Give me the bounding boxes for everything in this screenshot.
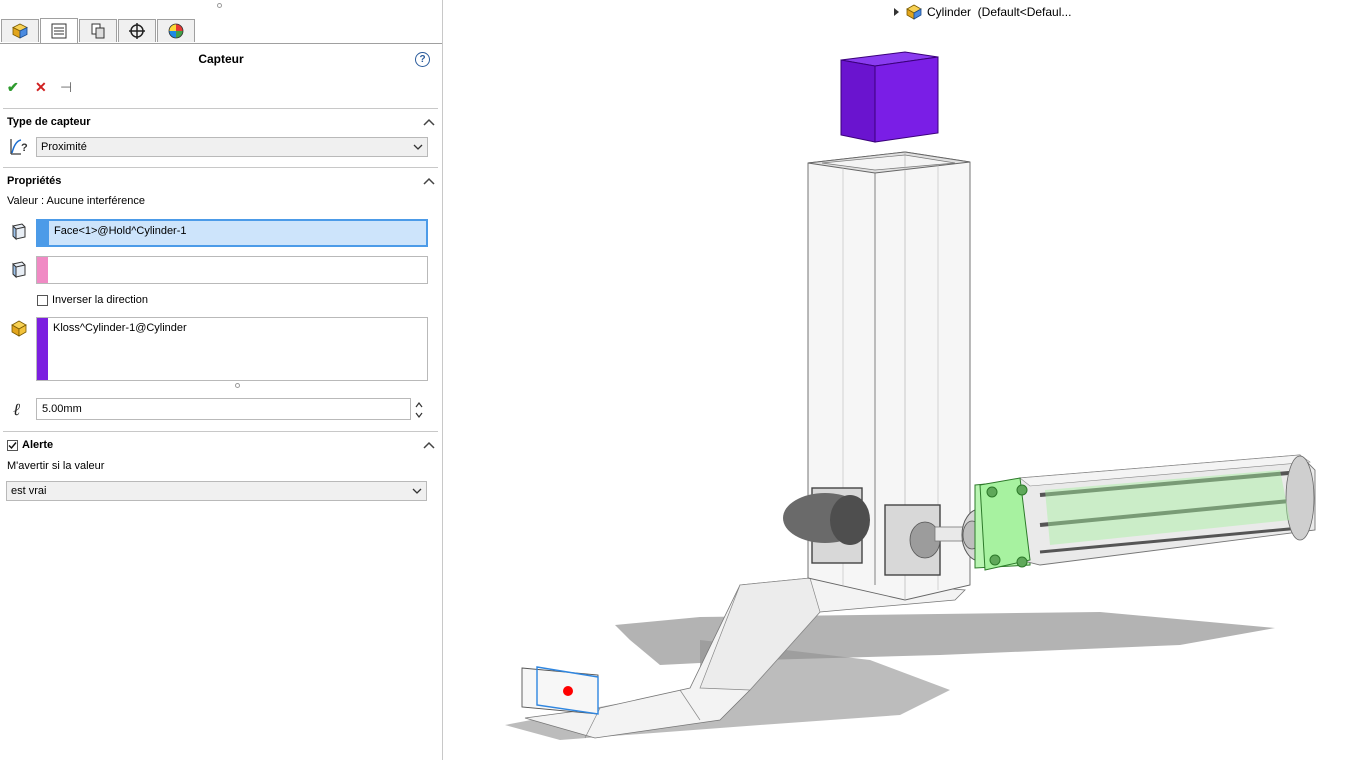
component-selection-text: Kloss^Cylinder-1@Cylinder [53, 322, 187, 334]
reverse-direction-label: Inverser la direction [52, 294, 148, 306]
tab-dimxpert-manager[interactable] [118, 19, 156, 42]
color-bar [37, 257, 48, 283]
pin-button[interactable]: ⊣ [60, 79, 72, 96]
cylinder-rear-cap [1285, 455, 1315, 541]
tab-property-manager[interactable] [40, 18, 78, 43]
properties-header: Propriétés [7, 175, 62, 187]
config-icon [91, 23, 105, 39]
value-status: Valeur : Aucune interférence [7, 195, 145, 207]
assembly-icon [906, 4, 922, 20]
spin-arrows-icon[interactable] [414, 399, 424, 421]
chevron-down-icon [413, 144, 423, 150]
kloss-cube-front[interactable] [874, 56, 939, 143]
sensor-type-header: Type de capteur [7, 116, 91, 128]
face-icon [12, 261, 26, 279]
property-manager-panel: Capteur ? ✔ ✕ ⊣ Type de capteur ? Proxim… [0, 0, 448, 760]
component-selection-box[interactable]: Kloss^Cylinder-1@Cylinder [36, 317, 428, 381]
tab-configuration-manager[interactable] [79, 19, 117, 42]
face-icon [12, 223, 26, 241]
component-icon [11, 320, 27, 337]
check-icon [8, 442, 17, 450]
chevron-up-icon[interactable] [423, 440, 435, 450]
assembly-name: Cylinder (Default<Defaul... [927, 5, 1072, 19]
expand-arrow-icon[interactable] [893, 7, 901, 17]
svg-text:ℓ: ℓ [13, 400, 20, 419]
color-bar [37, 318, 48, 380]
tab-feature-manager[interactable] [1, 19, 39, 42]
sensor-point [563, 686, 573, 696]
kloss-cube-left[interactable] [840, 59, 876, 143]
feature-tree-root[interactable]: Cylinder (Default<Defaul... [893, 4, 1071, 20]
alert-condition-value: est vrai [11, 485, 47, 497]
divider [3, 431, 438, 432]
chevron-down-icon [412, 488, 422, 494]
tab-display-manager[interactable] [157, 19, 195, 42]
panel-resize-handle[interactable] [217, 3, 222, 8]
help-icon[interactable]: ? [415, 52, 430, 67]
list-resize-handle[interactable] [235, 383, 240, 388]
reverse-direction-checkbox[interactable] [37, 295, 48, 306]
divider [3, 167, 438, 168]
ok-button[interactable]: ✔ [7, 79, 19, 96]
graphics-area[interactable]: Cylinder (Default<Defaul... [443, 0, 1367, 760]
second-selection-box[interactable] [36, 256, 428, 284]
crosshair-icon [129, 23, 145, 39]
sensor-type-select[interactable]: Proximité [36, 137, 428, 157]
face-selection-box[interactable]: Face<1>@Hold^Cylinder-1 [36, 219, 428, 247]
color-bar [38, 221, 49, 245]
cube-icon [12, 23, 28, 39]
panel-title: Capteur [198, 52, 244, 66]
chevron-up-icon[interactable] [423, 176, 435, 186]
distance-icon: ℓ [13, 400, 20, 419]
plunger-end [830, 495, 870, 545]
distance-input[interactable]: 5.00mm [36, 398, 411, 420]
alert-header: Alerte [22, 439, 54, 451]
alert-checkbox[interactable] [7, 440, 18, 451]
sensor-icon: ? [10, 139, 28, 155]
list-icon [51, 23, 67, 39]
manager-tabs [0, 17, 442, 44]
svg-text:?: ? [21, 142, 28, 154]
face-selection-text: Face<1>@Hold^Cylinder-1 [54, 225, 187, 237]
divider [3, 108, 438, 109]
model-viewport[interactable] [443, 0, 1367, 760]
alert-condition-select[interactable]: est vrai [6, 481, 427, 501]
color-wheel-icon [168, 23, 184, 39]
chevron-up-icon[interactable] [423, 117, 435, 127]
sensor-type-value: Proximité [41, 141, 87, 153]
alert-prompt: M'avertir si la valeur [7, 460, 105, 472]
cancel-button[interactable]: ✕ [35, 79, 47, 96]
